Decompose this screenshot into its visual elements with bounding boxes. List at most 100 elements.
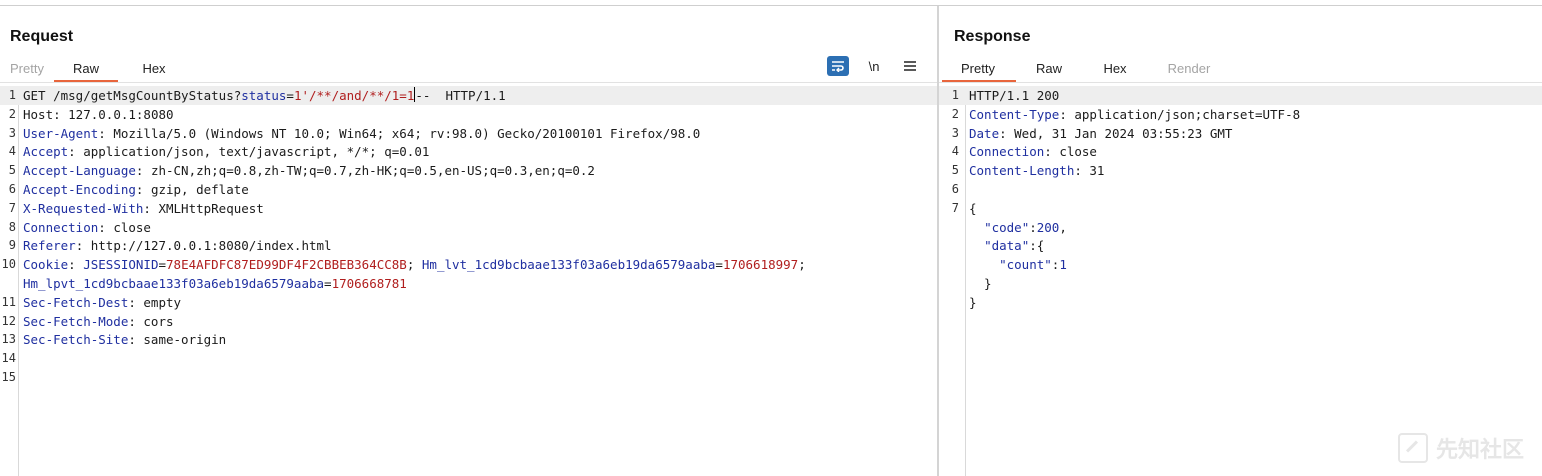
request-editor[interactable]: 1 GET /msg/getMsgCountByStatus?status=1'/… xyxy=(0,86,937,476)
code-token: "count" xyxy=(999,257,1052,273)
request-line[interactable]: 2 Host: 127.0.0.1:8080 xyxy=(0,105,937,124)
code-token: ; xyxy=(798,257,806,273)
line-number: 5 xyxy=(951,163,959,178)
response-line[interactable]: } xyxy=(939,274,1542,293)
code-token: "code" xyxy=(984,219,1030,235)
request-line[interactable]: 15 xyxy=(0,368,937,387)
response-line[interactable]: } xyxy=(939,293,1542,312)
line-code: Accept-Encoding: gzip, deflate xyxy=(23,180,249,199)
code-token: 1 xyxy=(1059,257,1067,273)
response-line[interactable]: 5 Content-Length: 31 xyxy=(939,161,1542,180)
code-token: : close xyxy=(1044,144,1097,160)
response-tab-render[interactable]: Render xyxy=(1148,60,1230,82)
wrap-lines-icon[interactable] xyxy=(827,56,849,76)
code-token: 1'/**/and/**/1=1 xyxy=(293,88,415,103)
response-tab-hex[interactable]: Hex xyxy=(1082,60,1148,82)
code-token: Date xyxy=(969,125,1000,141)
request-line[interactable]: 6 Accept-Encoding: gzip, deflate xyxy=(0,180,937,199)
response-line[interactable]: "count":1 xyxy=(939,255,1542,274)
code-token: = xyxy=(158,257,167,273)
request-line[interactable]: 11 Sec-Fetch-Dest: empty xyxy=(0,293,937,312)
code-token: : 31 xyxy=(1074,163,1105,179)
code-token: : XMLHttpRequest xyxy=(143,200,264,216)
line-number: 8 xyxy=(8,219,16,234)
code-token: Sec-Fetch-Mode xyxy=(23,313,129,329)
code-token: Accept xyxy=(23,144,69,160)
request-title: Request xyxy=(10,28,74,45)
request-line[interactable]: 4 Accept: application/json, text/javascri… xyxy=(0,142,937,161)
line-number: 7 xyxy=(8,200,16,215)
request-tab-raw[interactable]: Raw xyxy=(54,60,118,82)
line-code: } xyxy=(969,293,977,312)
line-number: 3 xyxy=(8,125,16,140)
newline-toggle-button[interactable]: \n xyxy=(863,56,885,76)
request-line[interactable]: 10 Cookie: JSESSIONID=78E4AFDFC87ED99DF4F… xyxy=(0,255,937,274)
code-token: X-Requested-With xyxy=(23,200,144,216)
line-code: Referer: http://127.0.0.1:8080/index.htm… xyxy=(23,236,332,255)
hamburger-menu-icon[interactable] xyxy=(899,56,921,76)
response-line[interactable]: 7{ xyxy=(939,199,1542,218)
line-code: "count":1 xyxy=(969,255,1067,274)
hamburger-glyph xyxy=(904,61,916,71)
code-token: 200 xyxy=(1036,219,1060,235)
code-token: : application/json;charset=UTF-8 xyxy=(1059,106,1301,122)
line-number: 6 xyxy=(8,182,16,196)
request-line[interactable]: 12 Sec-Fetch-Mode: cors xyxy=(0,312,937,331)
request-tab-pretty[interactable]: Pretty xyxy=(4,60,54,82)
request-tabs: Pretty Raw Hex xyxy=(4,60,186,82)
response-title: Response xyxy=(954,28,1031,45)
line-number: 2 xyxy=(951,106,959,121)
response-line[interactable]: 4 Connection: close xyxy=(939,142,1542,161)
request-line[interactable]: 3 User-Agent: Mozilla/5.0 (Windows NT 10.… xyxy=(0,124,937,143)
code-token: ; xyxy=(406,257,422,273)
line-code: User-Agent: Mozilla/5.0 (Windows NT 10.0… xyxy=(23,124,700,143)
code-token: : close xyxy=(98,219,151,235)
request-tab-hex[interactable]: Hex xyxy=(122,60,186,82)
line-number: 9 xyxy=(8,238,16,253)
code-token: Accept-Encoding xyxy=(23,182,136,197)
code-token: Hm_lpvt_1cd9bcbaae133f03a6eb19da6579aaba xyxy=(23,276,325,291)
request-line[interactable]: 9 Referer: http://127.0.0.1:8080/index.ht… xyxy=(0,236,937,255)
code-token: : http://127.0.0.1:8080/index.html xyxy=(75,238,332,254)
line-number: 7 xyxy=(951,200,959,215)
response-tab-raw[interactable]: Raw xyxy=(1016,60,1082,82)
line-code: Connection: close xyxy=(969,142,1097,161)
code-token: 1706668781 xyxy=(331,276,407,291)
watermark: 先知社区 xyxy=(1397,432,1524,464)
response-line[interactable]: 6 xyxy=(939,180,1542,199)
line-number: 4 xyxy=(951,144,959,159)
request-pane: Request Pretty Raw Hex \n 1 GET /msg/getM… xyxy=(0,6,937,476)
code-token: : application/json, text/javascript, */*… xyxy=(68,144,430,160)
code-token: Sec-Fetch-Site xyxy=(23,332,129,348)
line-code: Cookie: JSESSIONID=78E4AFDFC87ED99DF4F2C… xyxy=(23,255,806,274)
line-number: 5 xyxy=(8,163,16,178)
response-tab-pretty[interactable]: Pretty xyxy=(942,60,1016,82)
line-code: "data":{ xyxy=(969,236,1044,255)
response-editor[interactable]: 1 HTTP/1.1 200 2 Content-Type: application/… xyxy=(939,86,1542,476)
code-token: : xyxy=(68,257,84,273)
line-code: Connection: close xyxy=(23,218,151,237)
code-token: : same-origin xyxy=(128,332,227,348)
line-number: 13 xyxy=(1,332,16,347)
code-token: HTTP/1.1 200 xyxy=(969,88,1060,103)
code-token: = xyxy=(286,88,294,103)
code-token: : zh-CN,zh;q=0.8,zh-TW;q=0.7,zh-HK;q=0.5… xyxy=(135,163,595,179)
code-token: JSESSIONID xyxy=(83,257,159,273)
response-line[interactable]: 3 Date: Wed, 31 Jan 2024 03:55:23 GMT xyxy=(939,124,1542,143)
code-token: = xyxy=(715,257,723,273)
request-line[interactable]: 8 Connection: close xyxy=(0,218,937,237)
response-line[interactable]: "data":{ xyxy=(939,236,1542,255)
code-token: :{ xyxy=(1029,238,1045,254)
request-line[interactable]: 14 xyxy=(0,349,937,368)
request-line[interactable]: Hm_lpvt_1cd9bcbaae133f03a6eb19da6579aaba… xyxy=(0,274,937,293)
line-code: Accept-Language: zh-CN,zh;q=0.8,zh-TW;q=… xyxy=(23,161,595,180)
response-line[interactable]: 2 Content-Type: application/json;charset=… xyxy=(939,105,1542,124)
request-line[interactable]: 13 Sec-Fetch-Site: same-origin xyxy=(0,330,937,349)
request-line[interactable]: 1 GET /msg/getMsgCountByStatus?status=1'/… xyxy=(0,86,937,105)
code-token: Cookie xyxy=(23,257,69,273)
code-token: : xyxy=(1029,219,1037,235)
request-line[interactable]: 5 Accept-Language: zh-CN,zh;q=0.8,zh-TW;q… xyxy=(0,161,937,180)
response-line[interactable]: "code":200, xyxy=(939,218,1542,237)
response-line[interactable]: 1 HTTP/1.1 200 xyxy=(939,86,1542,105)
request-line[interactable]: 7 X-Requested-With: XMLHttpRequest xyxy=(0,199,937,218)
